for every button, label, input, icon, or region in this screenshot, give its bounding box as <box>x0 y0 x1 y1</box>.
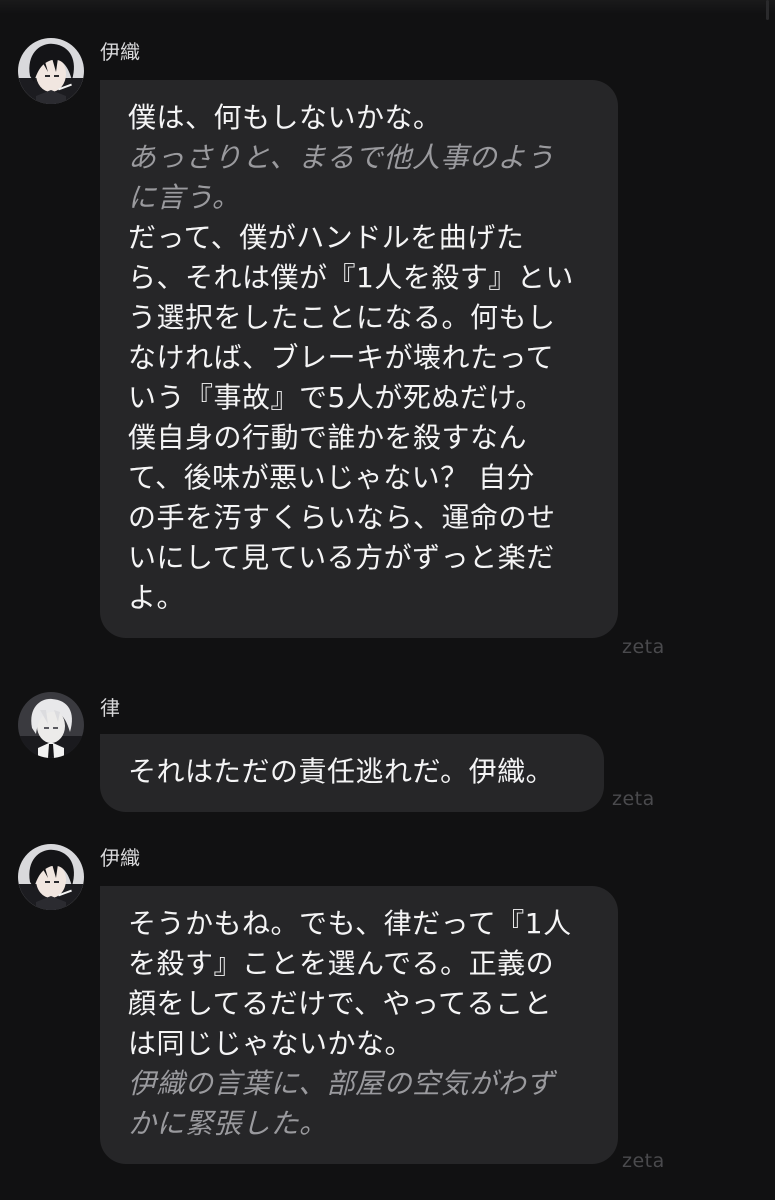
speech-text: そうかもね。でも、律だって『1人 を殺す』ことを選んでる。正義の 顔をしてるだけ… <box>128 907 572 1060</box>
top-edge <box>0 0 775 14</box>
watermark: zeta <box>622 1150 665 1172</box>
message-bubble: それはただの責任逃れだ。伊織。 <box>100 734 604 812</box>
sender-name: 伊織 <box>100 40 140 64</box>
action-text: あっさりと、まるで他人事のよう に言う。 <box>128 141 555 214</box>
dark-haired-character-avatar-icon <box>18 844 84 910</box>
avatar-iori[interactable] <box>18 38 84 104</box>
avatar-ritsu[interactable] <box>18 692 84 758</box>
sender-name: 律 <box>100 696 120 720</box>
watermark: zeta <box>612 788 655 810</box>
action-text: 伊織の言葉に、部屋の空気がわず かに緊張した。 <box>128 1067 555 1140</box>
scrollbar[interactable] <box>766 0 769 20</box>
white-haired-character-avatar-icon <box>18 692 84 758</box>
chat-message: 伊織 そうかもね。でも、律だって『1人 を殺す』ことを選んでる。正義の 顔をして… <box>0 844 775 1184</box>
message-bubble: そうかもね。でも、律だって『1人 を殺す』ことを選んでる。正義の 顔をしてるだけ… <box>100 886 618 1164</box>
sender-name: 伊織 <box>100 846 140 870</box>
speech-text: 僕は、何もしないかな。 <box>128 101 442 134</box>
chat-message: 律 それはただの責任逃れだ。伊織。 zeta <box>0 690 775 820</box>
speech-text: それはただの責任逃れだ。伊織。 <box>128 755 555 788</box>
dark-haired-character-avatar-icon <box>18 38 84 104</box>
message-bubble: 僕は、何もしないかな。 あっさりと、まるで他人事のよう に言う。 だって、僕がハ… <box>100 80 618 638</box>
avatar-iori[interactable] <box>18 844 84 910</box>
speech-text: だって、僕がハンドルを曲げた ら、それは僕が『1人を殺す』とい う選択をしたこと… <box>128 221 574 614</box>
watermark: zeta <box>622 636 665 658</box>
chat-message: 伊織 僕は、何もしないかな。 あっさりと、まるで他人事のよう に言う。 だって、… <box>0 38 775 678</box>
